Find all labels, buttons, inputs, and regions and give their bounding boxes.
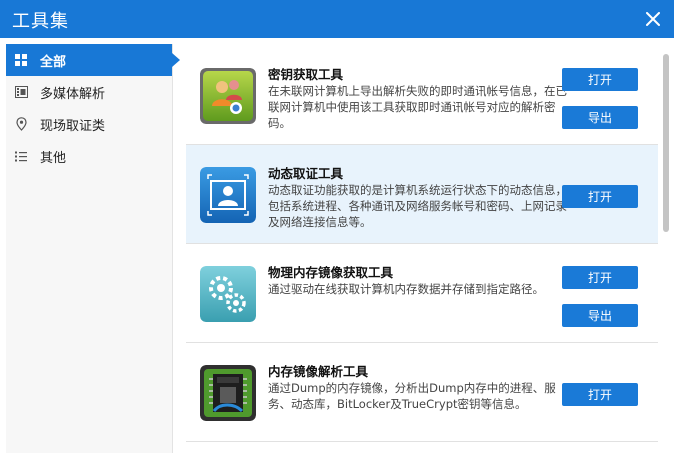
- sidebar-item-other[interactable]: 其他: [6, 140, 172, 172]
- gears-icon: [200, 266, 256, 322]
- window-title: 工具集: [12, 11, 69, 32]
- grid-icon: [14, 53, 28, 67]
- location-pin-icon: [14, 117, 28, 131]
- key-users-icon: [200, 68, 256, 124]
- tool-description: 动态取证功能获取的是计算机系统运行状态下的动态信息，包括系统进程、各种通讯及网络…: [268, 183, 567, 229]
- sidebar-item-label: 现场取证类: [40, 118, 106, 134]
- tool-item-key-retrieval: 密钥获取工具 在未联网计算机上导出解析失败的即时通讯帐号信息，在已联网计算机中使…: [186, 46, 658, 145]
- sidebar-item-label: 多媒体解析: [40, 86, 106, 102]
- sidebar-item-label: 全部: [40, 54, 67, 70]
- open-button[interactable]: 打开: [562, 185, 638, 208]
- tool-name: 物理内存镜像获取工具: [268, 265, 394, 280]
- open-button[interactable]: 打开: [562, 383, 638, 406]
- tool-item-memory-analysis: 内存镜像解析工具 通过Dump的内存镜像，分析出Dump内存中的进程、服务、动态…: [186, 343, 658, 442]
- sidebar-item-onsite[interactable]: 现场取证类: [6, 108, 172, 140]
- close-button[interactable]: [640, 6, 666, 32]
- open-button[interactable]: 打开: [562, 266, 638, 289]
- tool-description: 通过驱动在线获取计算机内存数据并存储到指定路径。: [268, 282, 544, 296]
- open-button[interactable]: 打开: [562, 68, 638, 91]
- close-icon: [646, 12, 660, 26]
- tool-name: 动态取证工具: [268, 166, 344, 181]
- sidebar-item-multimedia[interactable]: 多媒体解析: [6, 76, 172, 108]
- tool-item-dynamic-forensics: 动态取证工具 动态取证功能获取的是计算机系统运行状态下的动态信息，包括系统进程、…: [186, 145, 658, 244]
- list-icon: [14, 149, 28, 163]
- profile-card-icon: [200, 167, 256, 223]
- tool-item-physical-memory: 物理内存镜像获取工具 通过驱动在线获取计算机内存数据并存储到指定路径。 打开 导…: [186, 244, 658, 343]
- vertical-scrollbar[interactable]: [662, 54, 670, 453]
- export-button[interactable]: 导出: [562, 304, 638, 327]
- sidebar: 全部 多媒体解析 现场取证类 其他: [6, 44, 180, 453]
- film-icon: [14, 85, 28, 99]
- tool-list: 密钥获取工具 在未联网计算机上导出解析失败的即时通讯帐号信息，在已联网计算机中使…: [186, 46, 658, 453]
- scrollbar-thumb[interactable]: [663, 54, 669, 232]
- export-button[interactable]: 导出: [562, 106, 638, 129]
- tool-description: 通过Dump的内存镜像，分析出Dump内存中的进程、服务、动态库，BitLock…: [268, 381, 556, 411]
- sidebar-item-label: 其他: [40, 150, 67, 166]
- tool-description: 在未联网计算机上导出解析失败的即时通讯帐号信息，在已联网计算机中使用该工具获取即…: [268, 84, 567, 130]
- tool-name: 内存镜像解析工具: [268, 364, 369, 379]
- sidebar-item-all[interactable]: 全部: [6, 44, 180, 76]
- tool-name: 密钥获取工具: [268, 67, 344, 82]
- ram-chip-icon: [200, 365, 256, 421]
- title-bar: 工具集: [0, 0, 674, 38]
